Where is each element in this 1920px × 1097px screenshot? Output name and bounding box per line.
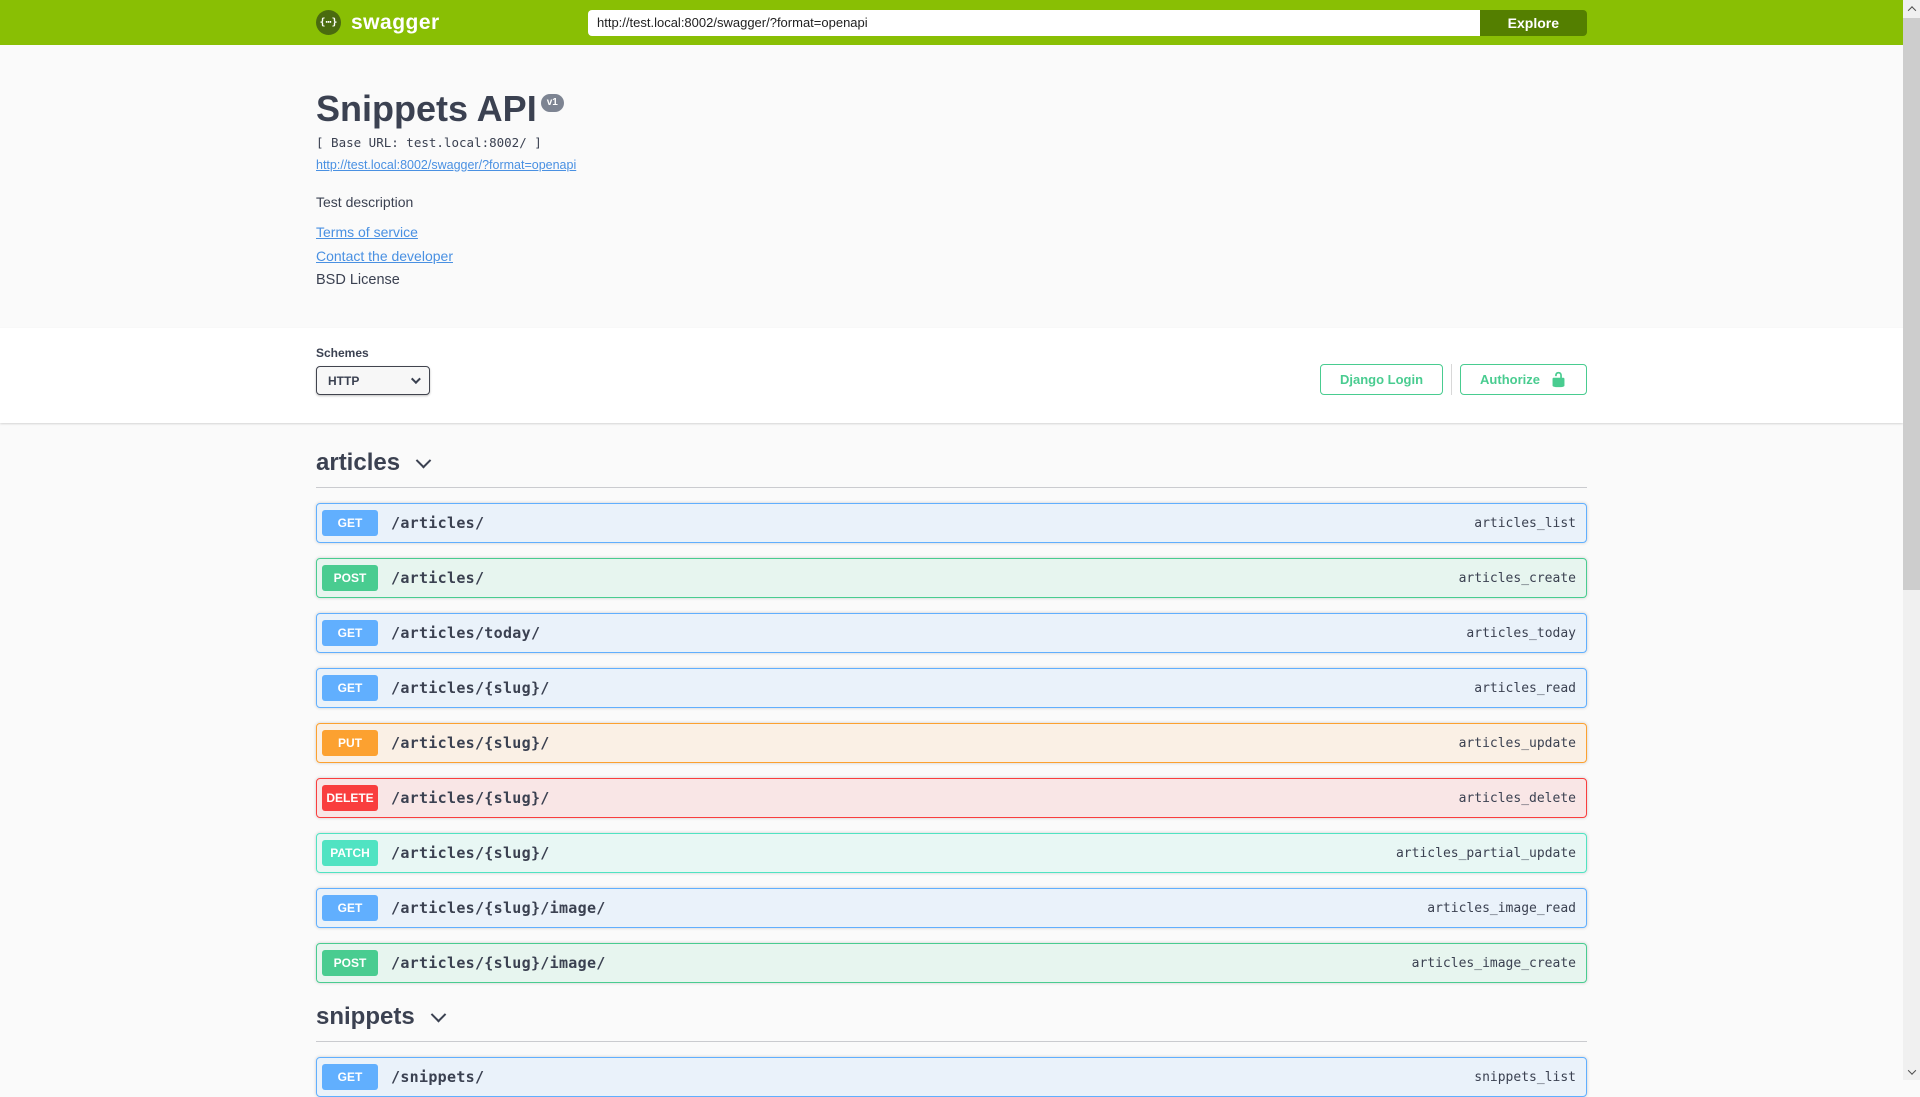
op-path: /snippets/ xyxy=(391,1068,1474,1086)
terms-of-service-link[interactable]: Terms of service xyxy=(316,224,418,240)
api-description: Test description xyxy=(316,194,1587,210)
method-badge: POST xyxy=(322,565,378,591)
chevron-down-icon xyxy=(1907,1066,1915,1074)
method-badge: GET xyxy=(322,895,378,921)
schemes-label: Schemes xyxy=(316,346,430,360)
explore-button[interactable]: Explore xyxy=(1480,10,1587,36)
op-id: articles_image_create xyxy=(1412,956,1576,971)
tag-header[interactable]: snippets xyxy=(316,1003,1587,1042)
op-path: /articles/{slug}/image/ xyxy=(391,954,1412,972)
opblock-row[interactable]: GET /articles/today/ articles_today xyxy=(316,613,1587,653)
op-id: articles_partial_update xyxy=(1396,846,1576,861)
spec-url-input[interactable] xyxy=(588,10,1480,36)
op-path: /articles/ xyxy=(391,514,1474,532)
scheme-selected-value: HTTP xyxy=(328,374,359,388)
contact-developer-link[interactable]: Contact the developer xyxy=(316,248,453,264)
opblock-row[interactable]: POST /articles/ articles_create xyxy=(316,558,1587,598)
method-badge: DELETE xyxy=(322,785,378,811)
opblock-row[interactable]: POST /articles/{slug}/image/ articles_im… xyxy=(316,943,1587,983)
swagger-logo-icon: {⋯} xyxy=(316,10,341,35)
operations: articles GET /articles/ articles_list PO… xyxy=(316,423,1587,1097)
op-id: articles_image_read xyxy=(1427,901,1576,916)
tag-section: articles GET /articles/ articles_list PO… xyxy=(316,449,1587,983)
op-path: /articles/{slug}/ xyxy=(391,679,1474,697)
method-badge: GET xyxy=(322,675,378,701)
scrollbar-thumb[interactable] xyxy=(1903,18,1920,590)
tag-section: snippets GET /snippets/ snippets_list xyxy=(316,1003,1587,1097)
chevron-down-icon xyxy=(411,374,421,384)
op-path: /articles/{slug}/ xyxy=(391,844,1396,862)
tag-title: snippets xyxy=(316,1003,415,1031)
auth-wrapper: Django Login Authorize xyxy=(1320,364,1587,395)
authorize-label: Authorize xyxy=(1480,372,1540,387)
chevron-up-icon xyxy=(1907,6,1915,14)
opblock-list: GET /snippets/ snippets_list xyxy=(316,1057,1587,1097)
op-id: articles_list xyxy=(1474,516,1576,531)
opblock-row[interactable]: GET /articles/ articles_list xyxy=(316,503,1587,543)
method-badge: GET xyxy=(322,1064,378,1090)
opblock-row[interactable]: GET /articles/{slug}/image/ articles_ima… xyxy=(316,888,1587,928)
swagger-ui: {⋯} swagger Explore Snippets APIv1 [ Bas… xyxy=(0,0,1903,1097)
scroll-down-button[interactable] xyxy=(1903,1063,1920,1080)
scheme-select[interactable]: HTTP xyxy=(316,366,430,395)
method-badge: GET xyxy=(322,510,378,536)
page-title: Snippets APIv1 xyxy=(316,89,1587,129)
op-path: /articles/ xyxy=(391,569,1459,587)
base-url: [ Base URL: test.local:8002/ ] xyxy=(316,135,1587,150)
op-id: snippets_list xyxy=(1474,1070,1576,1085)
method-badge: PATCH xyxy=(322,840,378,866)
op-id: articles_read xyxy=(1474,681,1576,696)
opblock-row[interactable]: PATCH /articles/{slug}/ articles_partial… xyxy=(316,833,1587,873)
topbar: {⋯} swagger Explore xyxy=(0,0,1903,45)
op-id: articles_today xyxy=(1466,626,1576,641)
opblock-row[interactable]: DELETE /articles/{slug}/ articles_delete xyxy=(316,778,1587,818)
method-badge: POST xyxy=(322,950,378,976)
brand-name: swagger xyxy=(351,11,440,35)
opblock-list: GET /articles/ articles_list POST /artic… xyxy=(316,503,1587,983)
tag-title: articles xyxy=(316,449,400,477)
op-id: articles_create xyxy=(1459,571,1576,586)
opblock-row[interactable]: GET /snippets/ snippets_list xyxy=(316,1057,1587,1097)
info-section: Snippets APIv1 [ Base URL: test.local:80… xyxy=(0,45,1903,328)
method-badge: GET xyxy=(322,620,378,646)
api-title-text: Snippets API xyxy=(316,88,537,129)
schemes-block: Schemes HTTP xyxy=(316,346,430,395)
unlocked-padlock-icon xyxy=(1550,371,1567,388)
op-path: /articles/{slug}/image/ xyxy=(391,899,1427,917)
scroll-up-button[interactable] xyxy=(1903,0,1920,17)
opblock-row[interactable]: PUT /articles/{slug}/ articles_update xyxy=(316,723,1587,763)
auth-divider xyxy=(1451,364,1452,395)
django-login-button[interactable]: Django Login xyxy=(1320,364,1443,395)
op-path: /articles/today/ xyxy=(391,624,1466,642)
spec-link[interactable]: http://test.local:8002/swagger/?format=o… xyxy=(316,158,576,173)
opblock-row[interactable]: GET /articles/{slug}/ articles_read xyxy=(316,668,1587,708)
download-url-wrapper: Explore xyxy=(588,10,1587,36)
chevron-down-icon xyxy=(430,1006,446,1022)
op-id: articles_delete xyxy=(1459,791,1576,806)
authorize-button[interactable]: Authorize xyxy=(1460,364,1587,395)
method-badge: PUT xyxy=(322,730,378,756)
swagger-logo: {⋯} swagger xyxy=(316,10,440,35)
op-path: /articles/{slug}/ xyxy=(391,789,1459,807)
chevron-down-icon xyxy=(416,452,432,468)
op-path: /articles/{slug}/ xyxy=(391,734,1459,752)
version-badge: v1 xyxy=(541,94,564,112)
license-text: BSD License xyxy=(316,272,1587,288)
tag-header[interactable]: articles xyxy=(316,449,1587,488)
op-id: articles_update xyxy=(1459,736,1576,751)
vertical-scrollbar xyxy=(1903,0,1920,1080)
scheme-container: Schemes HTTP Django Login Authorize xyxy=(0,328,1903,423)
